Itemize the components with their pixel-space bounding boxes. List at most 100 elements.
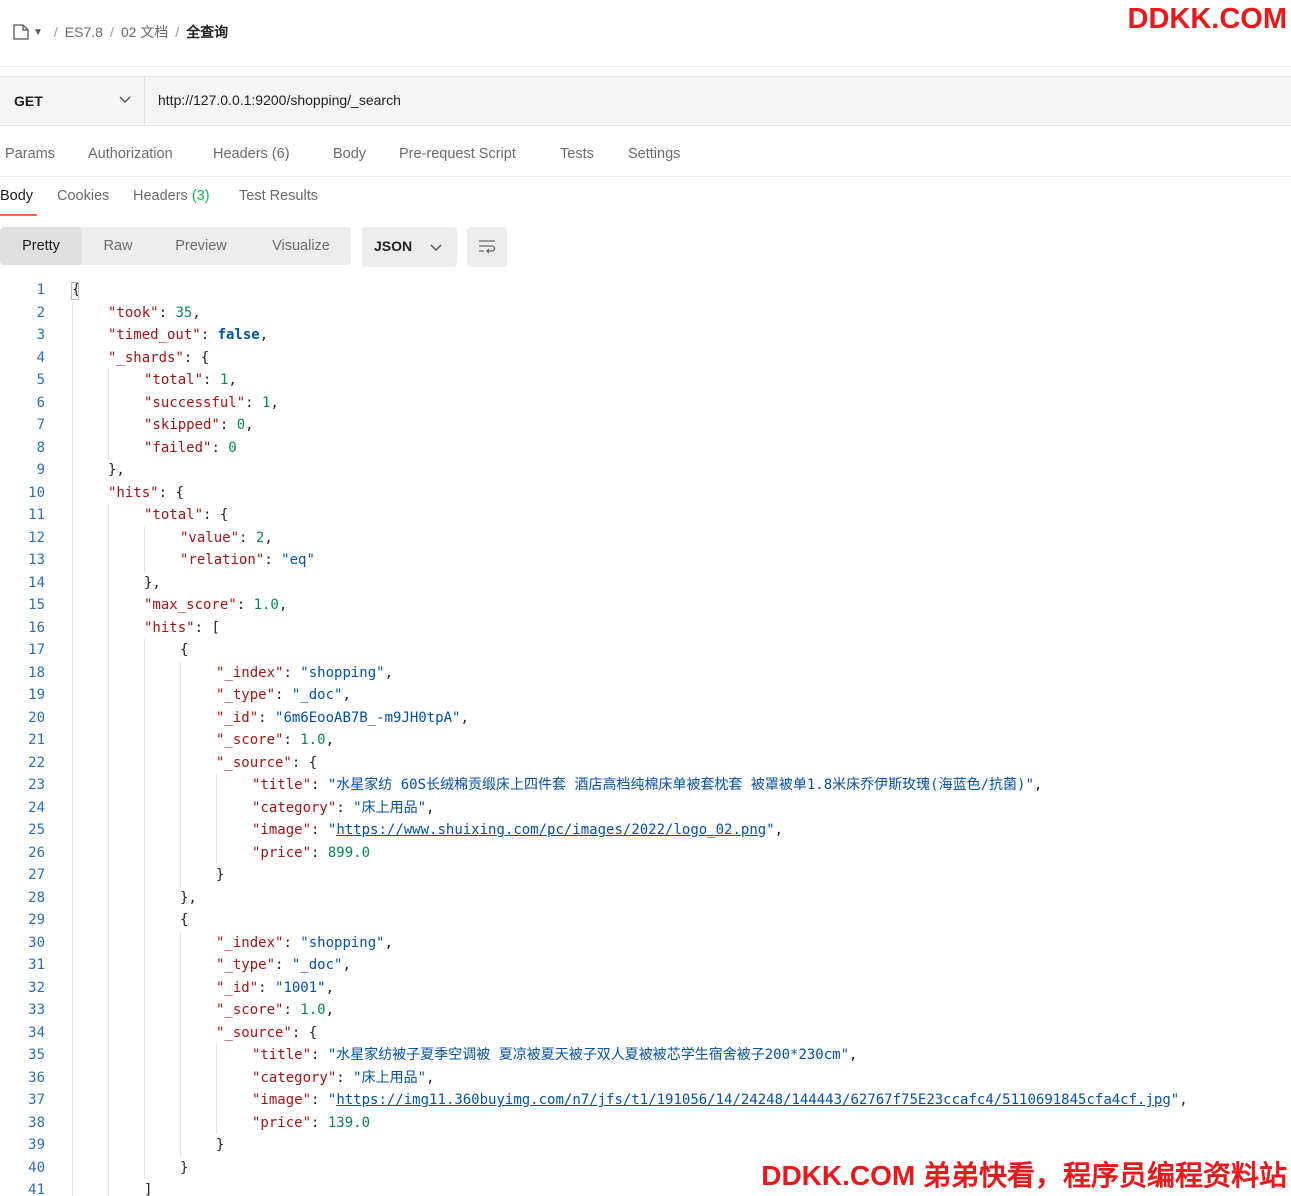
watermark-banner: DDKK.COM 弟弟快看，程序员编程资料站 <box>757 1154 1287 1194</box>
breadcrumb-separator: / <box>53 24 58 40</box>
code-punctuation: }, <box>108 462 125 478</box>
response-tab-headers-count: (3) <box>191 188 210 204</box>
json-value: 0 <box>236 417 246 433</box>
line-number: 13 <box>28 552 45 568</box>
breadcrumb: ▼ / ES7.8 / 02 文档 / 全查询 <box>12 22 228 42</box>
tab-headers[interactable]: Headers (6) <box>213 146 290 162</box>
code-line: "_type": "_doc", <box>216 687 351 703</box>
code-line: { <box>180 909 188 932</box>
json-value: 0 <box>228 439 237 456</box>
code-line: "image": "https://www.shuixing.com/pc/im… <box>252 822 784 838</box>
code-line: }, <box>180 887 197 910</box>
json-value: 35 <box>175 304 193 321</box>
json-key: "_id" <box>216 979 259 996</box>
line-number: 41 <box>28 1182 45 1196</box>
line-number: 30 <box>28 934 45 951</box>
json-key: "_type" <box>216 687 276 703</box>
line-number: 40 <box>28 1159 45 1176</box>
tab-pre-request-script[interactable]: Pre-request Script <box>399 146 516 162</box>
line-number: 28 <box>28 889 45 906</box>
line-number: 23 <box>28 777 45 793</box>
json-url-link[interactable]: https://www.shuixing.com/pc/images/2022/… <box>336 822 766 838</box>
code-line: ] <box>144 1179 152 1196</box>
tab-body[interactable]: Body <box>333 146 366 162</box>
view-pretty-button[interactable]: Pretty <box>0 227 82 265</box>
url-input[interactable]: http://127.0.0.1:9200/shopping/_search <box>158 92 401 108</box>
breadcrumb-request-name[interactable]: 全查询 <box>186 22 228 42</box>
method-select[interactable]: GET <box>0 77 145 125</box>
json-key: "title" <box>252 1047 312 1063</box>
json-key: "_index" <box>216 934 284 951</box>
indent-guide <box>144 639 145 1179</box>
code-line: "image": "https://img11.360buyimg.com/n7… <box>252 1092 1188 1108</box>
line-number: 15 <box>28 597 45 613</box>
json-key: "hits" <box>144 619 195 636</box>
json-value: "shopping" <box>300 664 385 681</box>
code-line: "successful": 1, <box>144 394 279 411</box>
format-label: JSON <box>374 238 413 254</box>
code-line: "total": { <box>144 507 229 523</box>
response-tab-body[interactable]: Body <box>0 188 33 204</box>
json-url-link[interactable]: https://img11.360buyimg.com/n7/jfs/t1/19… <box>336 1092 1170 1108</box>
chevron-down-icon[interactable]: ▼ <box>33 27 43 38</box>
tab-headers-count: (6) <box>271 146 290 162</box>
indent-guide <box>144 526 145 572</box>
view-preview-button[interactable]: Preview <box>160 227 242 265</box>
json-key: "price" <box>252 1114 312 1131</box>
code-line: } <box>216 864 224 887</box>
response-tabs: Body Cookies Headers (3) Test Results <box>0 180 1291 218</box>
indent-guide <box>180 661 181 887</box>
line-number: 22 <box>28 754 45 771</box>
response-body-viewer[interactable]: 1 {2 "took": 35, 3 "timed_out": false, 4 "_sha… <box>0 279 1291 1196</box>
code-line: } <box>216 1134 224 1157</box>
code-line: } <box>180 1157 188 1180</box>
view-visualize-button[interactable]: Visualize <box>256 227 346 265</box>
json-key: "value" <box>180 529 240 546</box>
response-tab-test-results[interactable]: Test Results <box>239 188 318 204</box>
code-line: "_index": "shopping", <box>216 934 394 951</box>
code-line: { <box>180 639 188 662</box>
json-value: "eq" <box>281 552 315 568</box>
breadcrumb-folder[interactable]: 02 文档 <box>121 22 168 42</box>
response-tab-headers[interactable]: Headers (3) <box>133 188 210 204</box>
code-line: "price": 139.0 <box>252 1114 371 1131</box>
line-number: 18 <box>28 664 45 681</box>
code-punctuation: { <box>180 912 189 928</box>
json-key: "category" <box>252 1069 337 1086</box>
line-number: 26 <box>28 844 45 861</box>
json-key: "_source" <box>216 754 292 771</box>
json-key: "image" <box>252 822 312 838</box>
line-number: 1 <box>36 282 45 298</box>
code-line: "_id": "6m6EooAB7B_-m9JH0tpA", <box>216 709 469 726</box>
code-line: "total": 1, <box>144 372 237 388</box>
code-punctuation: { <box>308 754 318 771</box>
wrap-lines-button[interactable] <box>467 227 507 267</box>
line-number: 16 <box>28 619 45 636</box>
json-key: "hits" <box>108 484 159 501</box>
document-icon[interactable] <box>12 23 30 41</box>
json-value: "6m6EooAB7B_-m9JH0tpA" <box>275 709 461 726</box>
tab-params[interactable]: Params <box>5 146 55 162</box>
json-value: 899.0 <box>327 844 371 861</box>
code-line: "category": "床上用品", <box>252 799 435 816</box>
tab-tests[interactable]: Tests <box>560 146 594 162</box>
json-key: "skipped" <box>144 417 220 433</box>
line-number: 3 <box>36 327 45 343</box>
view-raw-button[interactable]: Raw <box>88 227 148 265</box>
code-line: "title": "水星家纺 60S长绒棉贡缎床上四件套 酒店高档纯棉床单被套枕… <box>252 777 1043 793</box>
code-line: }, <box>144 572 161 595</box>
indent-guide <box>216 774 217 864</box>
json-key: "_index" <box>216 664 284 681</box>
tab-authorization[interactable]: Authorization <box>88 146 173 162</box>
format-select[interactable]: JSON <box>362 227 457 267</box>
response-tab-cookies[interactable]: Cookies <box>57 188 109 204</box>
breadcrumb-collection[interactable]: ES7.8 <box>65 24 103 40</box>
indent-guide <box>180 931 181 1157</box>
tab-headers-label: Headers <box>213 146 268 162</box>
line-number: 4 <box>36 349 45 366</box>
tab-settings[interactable]: Settings <box>628 146 680 162</box>
code-line: "_id": "1001", <box>216 979 335 996</box>
line-number: 6 <box>36 394 45 411</box>
json-value: "水星家纺被子夏季空调被 夏凉被夏天被子双人夏被被芯学生宿舍被子200*230c… <box>327 1047 850 1063</box>
code-punctuation: } <box>216 867 225 883</box>
